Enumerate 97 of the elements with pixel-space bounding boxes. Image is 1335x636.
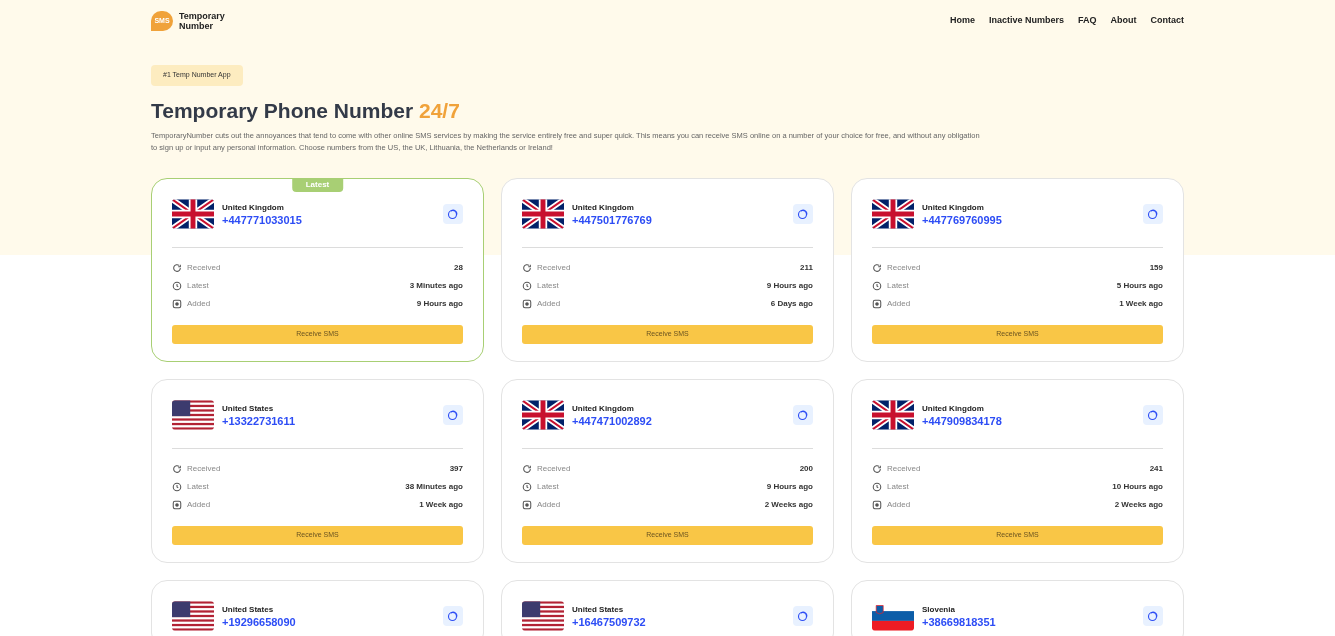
stat-value: 1 Week ago (419, 499, 463, 511)
stat-value: 2 Weeks ago (1114, 499, 1163, 511)
copy-button[interactable] (443, 606, 463, 626)
stat-label: Latest (187, 481, 209, 493)
flag-icon (872, 400, 914, 430)
stat-value: 5 Hours ago (1116, 280, 1163, 292)
plus-square-icon (522, 500, 532, 510)
stat-label: Added (537, 499, 561, 511)
stat-label: Latest (537, 481, 559, 493)
stat-label: Added (887, 298, 911, 310)
stat-label: Received (537, 463, 571, 475)
stat-value: 200 (799, 463, 813, 475)
nav-link[interactable]: About (1110, 14, 1137, 28)
country-name: United Kingdom (222, 201, 285, 213)
phone-number[interactable]: +447909834178 (922, 413, 1135, 428)
nav-link[interactable]: Contact (1150, 14, 1184, 28)
copy-button[interactable] (1143, 606, 1163, 626)
country-name: Slovenia (922, 603, 956, 615)
flag-icon (522, 601, 564, 631)
plus-square-icon (172, 500, 182, 510)
plus-square-icon (872, 500, 882, 510)
plus-square-icon (172, 299, 182, 309)
refresh-icon (172, 464, 182, 474)
stat-value: 10 Hours ago (1112, 481, 1163, 493)
copy-button[interactable] (793, 606, 813, 626)
stat-value: 211 (800, 262, 813, 274)
copy-button[interactable] (1143, 204, 1163, 224)
copy-button[interactable] (1143, 405, 1163, 425)
phone-number[interactable]: +447471002892 (572, 413, 785, 428)
country-name: United Kingdom (922, 201, 985, 213)
stat-label: Added (187, 499, 211, 511)
refresh-icon (872, 263, 882, 273)
stat-label: Added (187, 298, 211, 310)
flag-icon (172, 601, 214, 631)
country-name: United Kingdom (572, 201, 635, 213)
stat-label: Received (187, 463, 221, 475)
stat-label: Added (887, 499, 911, 511)
clock-icon (872, 281, 882, 291)
clock-icon (872, 482, 882, 492)
country-name: United Kingdom (572, 402, 635, 414)
stat-value: 9 Hours ago (766, 280, 813, 292)
flag-icon (172, 199, 214, 229)
refresh-icon (522, 464, 532, 474)
flag-icon (522, 400, 564, 430)
copy-button[interactable] (443, 204, 463, 224)
stat-value: 1 Week ago (1119, 298, 1163, 310)
refresh-icon (172, 263, 182, 273)
phone-number[interactable]: +16467509732 (572, 614, 785, 629)
copy-button[interactable] (793, 204, 813, 224)
clock-icon (172, 281, 182, 291)
refresh-icon (522, 263, 532, 273)
stat-label: Added (537, 298, 561, 310)
stat-value: 3 Minutes ago (409, 280, 463, 292)
stat-label: Received (887, 262, 921, 274)
plus-square-icon (522, 299, 532, 309)
copy-button[interactable] (793, 405, 813, 425)
brand-name[interactable]: Temporary Number (179, 11, 229, 31)
country-name: United States (572, 603, 625, 615)
stat-value: 38 Minutes ago (405, 481, 463, 493)
phone-number[interactable]: +13322731611 (222, 413, 435, 428)
phone-number[interactable]: +447771033015 (222, 212, 435, 227)
nav-link[interactable]: Inactive Numbers (988, 14, 1064, 28)
stat-value: 28 (454, 262, 463, 274)
phone-number[interactable]: +447769760995 (922, 212, 1135, 227)
refresh-icon (872, 464, 882, 474)
country-name: United States (222, 402, 275, 414)
copy-button[interactable] (443, 405, 463, 425)
clock-icon (522, 281, 532, 291)
nav-link[interactable]: FAQ (1078, 14, 1097, 28)
stat-label: Received (887, 463, 921, 475)
stat-value: 2 Weeks ago (764, 499, 813, 511)
stat-label: Latest (887, 481, 909, 493)
page-title: Temporary Phone Number 24/7 (151, 97, 461, 124)
phone-number[interactable]: +447501776769 (572, 212, 785, 227)
phone-number[interactable]: +38669818351 (922, 614, 1135, 629)
stat-label: Received (537, 262, 571, 274)
phone-number[interactable]: +19296658090 (222, 614, 435, 629)
stat-value: 9 Hours ago (766, 481, 813, 493)
stat-label: Latest (537, 280, 559, 292)
flag-icon (872, 199, 914, 229)
latest-badge: Latest (291, 178, 344, 192)
stat-value: 9 Hours ago (416, 298, 463, 310)
stat-value: 241 (1149, 463, 1163, 475)
country-name: United States (222, 603, 275, 615)
plus-square-icon (872, 299, 882, 309)
nav-link[interactable]: Home (949, 14, 975, 28)
stat-value: 397 (449, 463, 463, 475)
flag-icon (522, 199, 564, 229)
clock-icon (172, 482, 182, 492)
country-name: United Kingdom (922, 402, 985, 414)
stat-label: Latest (887, 280, 909, 292)
clock-icon (522, 482, 532, 492)
stat-label: Latest (187, 280, 209, 292)
stat-label: Received (187, 262, 221, 274)
stat-value: 159 (1149, 262, 1163, 274)
flag-icon (172, 400, 214, 430)
stat-value: 6 Days ago (770, 298, 813, 310)
